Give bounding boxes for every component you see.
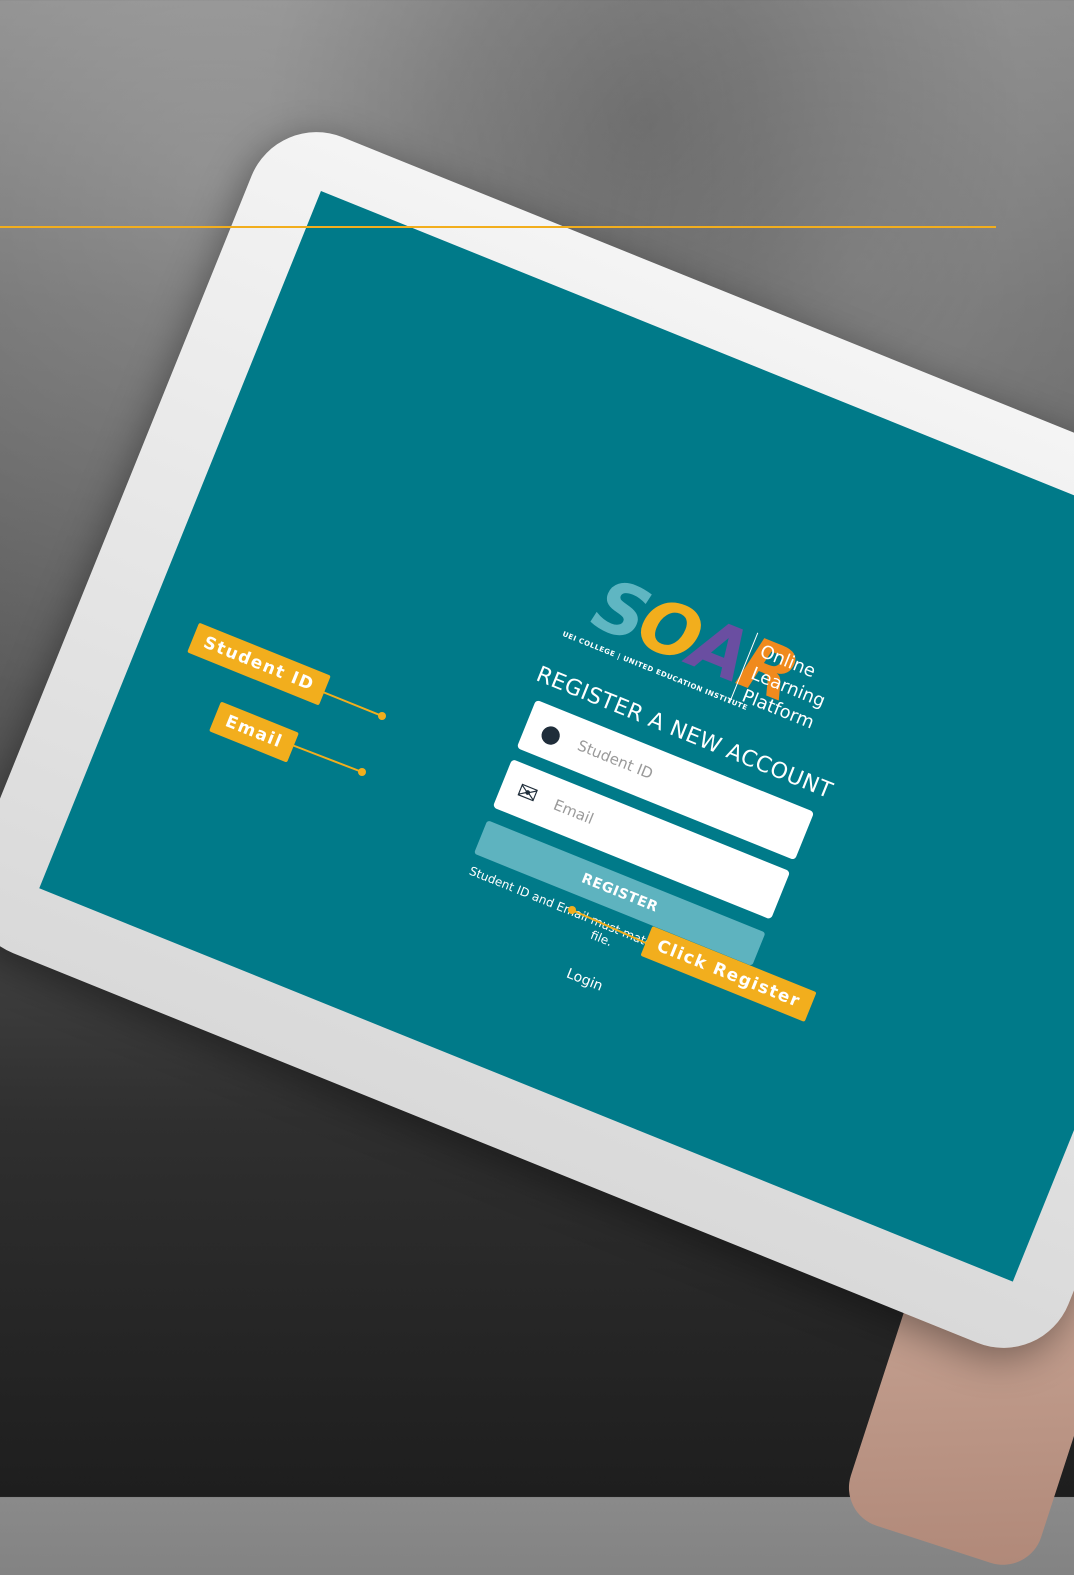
connector-dot-email	[358, 768, 366, 776]
connector-email	[291, 744, 363, 773]
connector-dot-register	[568, 906, 576, 914]
connector-register	[571, 909, 649, 945]
callout-connectors	[291, 685, 649, 945]
connector-dot-student-id	[378, 712, 386, 720]
